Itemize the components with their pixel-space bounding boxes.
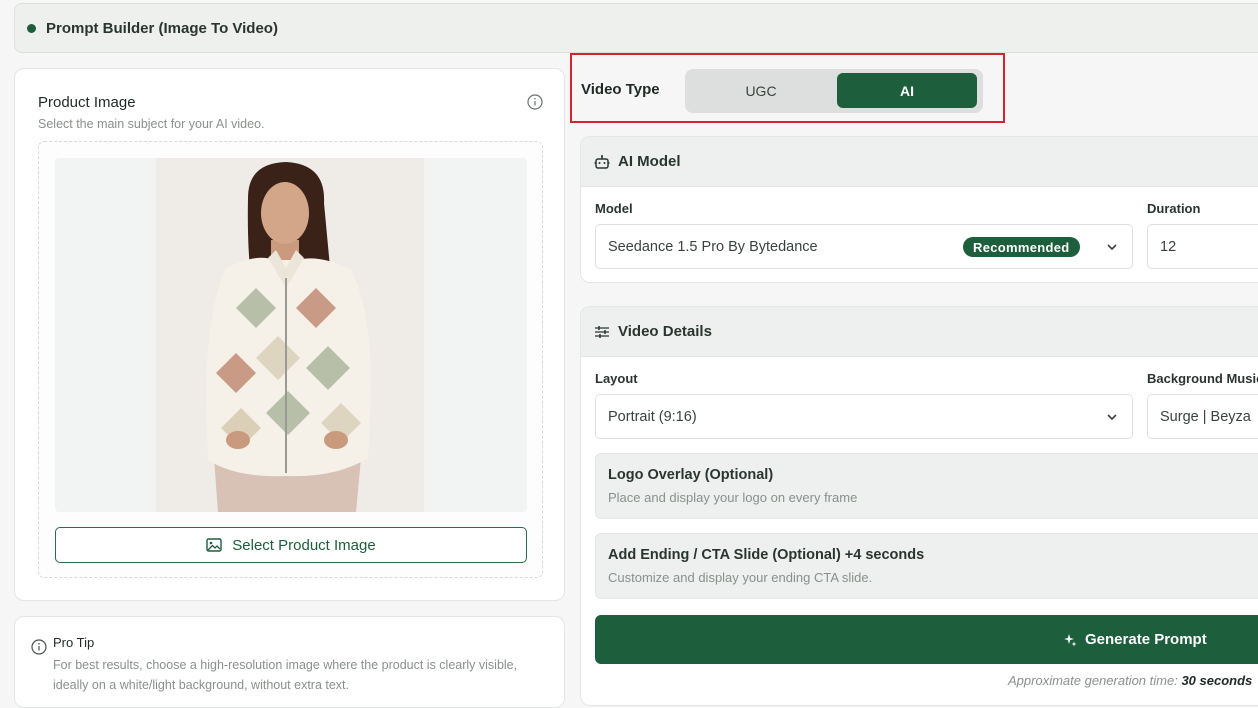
- pro-tip-text: For best results, choose a high-resoluti…: [53, 658, 518, 692]
- generation-time-note: Approximate generation time: 30 seconds: [1008, 673, 1252, 688]
- chevron-down-icon: [1107, 414, 1117, 421]
- video-type-ai-option[interactable]: AI: [837, 73, 977, 108]
- select-product-image-label: Select Product Image: [232, 536, 376, 554]
- robot-icon: [594, 154, 610, 169]
- image-dropzone[interactable]: Select Product Image: [38, 141, 543, 578]
- video-type-ugc-option[interactable]: UGC: [691, 73, 831, 108]
- background-music-label: Background Music: [1147, 371, 1258, 386]
- product-photo: [156, 158, 424, 512]
- duration-value: 12: [1160, 238, 1177, 255]
- duration-label: Duration: [1147, 201, 1201, 216]
- model-select[interactable]: Seedance 1.5 Pro By Bytedance Recommende…: [595, 224, 1133, 269]
- pro-tip-card: Pro Tip For best results, choose a high-…: [14, 616, 565, 708]
- logo-overlay-subtitle: Place and display your logo on every fra…: [608, 490, 858, 505]
- product-image-card: Product Image Select the main subject fo…: [14, 68, 565, 601]
- generate-prompt-label: Generate Prompt: [1085, 631, 1207, 648]
- sliders-icon: [595, 325, 609, 338]
- cta-slide-title: Add Ending / CTA Slide (Optional) +4 sec…: [608, 547, 925, 563]
- model-value: Seedance 1.5 Pro By Bytedance: [608, 238, 818, 255]
- background-music-value: Surge | Beyza: [1160, 408, 1251, 425]
- product-image-title: Product Image: [38, 94, 136, 111]
- video-details-header: Video Details: [581, 307, 1258, 357]
- model-label: Model: [595, 201, 633, 216]
- sparkle-icon: [1064, 633, 1077, 646]
- video-type-label: Video Type: [581, 81, 660, 98]
- page-header: Prompt Builder (Image To Video): [14, 3, 1258, 53]
- chevron-down-icon: [1107, 244, 1117, 251]
- cta-slide-subtitle: Customize and display your ending CTA sl…: [608, 570, 873, 585]
- select-product-image-button[interactable]: Select Product Image: [55, 527, 527, 563]
- layout-label: Layout: [595, 371, 638, 386]
- duration-select[interactable]: 12: [1147, 224, 1258, 269]
- pro-tip-title: Pro Tip: [53, 635, 95, 650]
- logo-overlay-title: Logo Overlay (Optional): [608, 467, 774, 483]
- logo-overlay-option[interactable]: Logo Overlay (Optional) Place and displa…: [595, 453, 1258, 519]
- generation-time-label: Approximate generation time:: [1008, 673, 1178, 688]
- background-music-select[interactable]: Surge | Beyza: [1147, 394, 1258, 439]
- video-type-toggle: UGC AI: [685, 69, 983, 113]
- cta-slide-option[interactable]: Add Ending / CTA Slide (Optional) +4 sec…: [595, 533, 1258, 599]
- layout-value: Portrait (9:16): [608, 408, 697, 425]
- info-icon: [31, 639, 47, 655]
- ai-model-heading: AI Model: [618, 153, 681, 170]
- layout-select[interactable]: Portrait (9:16): [595, 394, 1133, 439]
- product-image-preview: [55, 158, 527, 512]
- video-details-panel: Video Details Layout Portrait (9:16) Bac…: [580, 306, 1258, 706]
- ai-model-header: AI Model: [581, 137, 1258, 187]
- ai-model-panel: AI Model Model Seedance 1.5 Pro By Byted…: [580, 136, 1258, 283]
- status-dot: [27, 23, 36, 33]
- page-title: Prompt Builder (Image To Video): [46, 19, 278, 37]
- video-details-heading: Video Details: [618, 323, 712, 340]
- product-image-subtitle: Select the main subject for your AI vide…: [38, 117, 265, 131]
- generation-time-value: 30 seconds: [1181, 673, 1253, 688]
- info-icon[interactable]: [527, 94, 543, 110]
- image-icon: [206, 538, 222, 552]
- generate-prompt-button[interactable]: Generate Prompt: [595, 615, 1258, 664]
- recommended-badge: Recommended: [963, 237, 1080, 257]
